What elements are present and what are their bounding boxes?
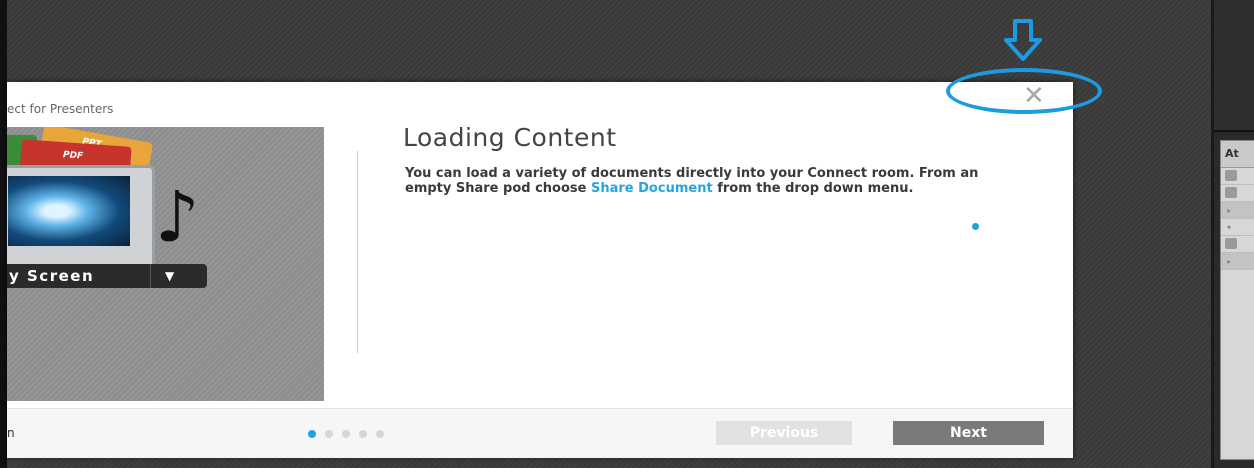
page-indicator bbox=[308, 430, 384, 438]
pod-row[interactable] bbox=[1221, 236, 1254, 253]
share-my-screen-illustration: y Screen ▼ bbox=[7, 264, 207, 288]
left-edge bbox=[0, 0, 7, 468]
phone-icon bbox=[1225, 187, 1237, 198]
page-dot[interactable] bbox=[376, 430, 384, 438]
share-label: y Screen bbox=[9, 267, 95, 285]
arrow-down-icon bbox=[1004, 19, 1042, 61]
page-dot[interactable] bbox=[308, 430, 316, 438]
next-button[interactable]: Next bbox=[893, 421, 1044, 445]
body-tail: from the drop down menu. bbox=[712, 181, 914, 196]
page-dot[interactable] bbox=[359, 430, 367, 438]
indicator-dot bbox=[972, 223, 979, 230]
music-note-icon: ♪ bbox=[155, 176, 200, 258]
chevron-down-icon: ▼ bbox=[165, 269, 176, 283]
collapse-icon[interactable]: ▾ bbox=[1227, 223, 1231, 232]
page-dot[interactable] bbox=[325, 430, 333, 438]
attendee-pod: At ▸ ▾ ▸ bbox=[1220, 140, 1254, 460]
pod-row[interactable]: ▸ bbox=[1221, 253, 1254, 270]
expand-icon[interactable]: ▸ bbox=[1227, 206, 1231, 215]
footer-text: n bbox=[7, 426, 15, 440]
monitor-icon bbox=[7, 165, 155, 269]
user-icon bbox=[1225, 238, 1237, 249]
close-icon[interactable]: ✕ bbox=[1023, 83, 1045, 109]
pod-row[interactable]: ▸ bbox=[1221, 202, 1254, 219]
pod-row[interactable] bbox=[1221, 185, 1254, 202]
right-panel-top bbox=[1214, 0, 1254, 132]
right-panel: At ▸ ▾ ▸ bbox=[1214, 0, 1254, 468]
vertical-divider bbox=[357, 151, 358, 353]
share-document-link[interactable]: Share Document bbox=[591, 181, 713, 196]
dialog-footer: n Previous Next bbox=[7, 408, 1073, 458]
page-dot[interactable] bbox=[342, 430, 350, 438]
illustration: PPT PDF ♪ y Screen ▼ bbox=[7, 127, 324, 401]
expand-icon[interactable]: ▸ bbox=[1227, 257, 1231, 266]
pod-row[interactable] bbox=[1221, 168, 1254, 185]
dialog-title: ect for Presenters bbox=[7, 102, 114, 116]
monitor-screen bbox=[8, 176, 130, 246]
previous-button[interactable]: Previous bbox=[716, 421, 852, 445]
pod-row[interactable]: ▾ bbox=[1221, 219, 1254, 236]
list-icon bbox=[1225, 170, 1237, 181]
content-heading: Loading Content bbox=[403, 123, 617, 152]
pdf-label: PDF bbox=[62, 150, 84, 162]
content-body: You can load a variety of documents dire… bbox=[405, 166, 985, 196]
divider bbox=[150, 264, 151, 288]
welcome-dialog: ect for Presenters ✕ PPT PDF ♪ y Screen … bbox=[7, 82, 1073, 458]
pod-header: At bbox=[1221, 141, 1254, 168]
